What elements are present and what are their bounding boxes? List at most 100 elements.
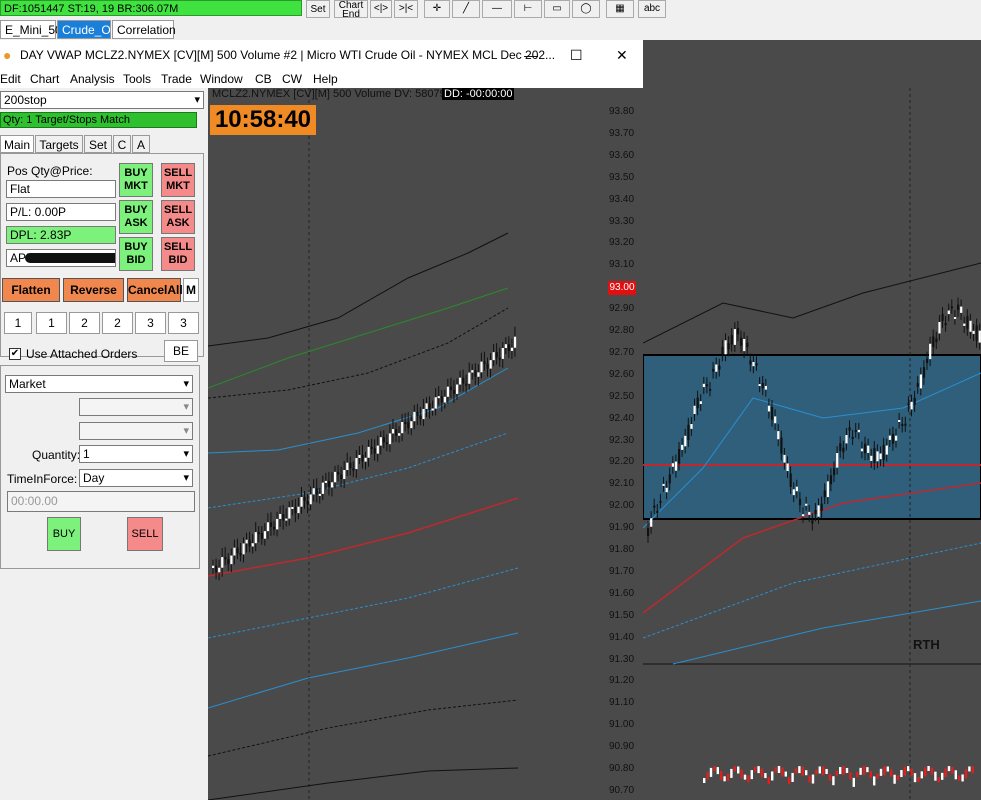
close-icon[interactable]: ✕ — [616, 40, 628, 70]
lower-candle — [709, 767, 713, 777]
price-select-1[interactable] — [79, 398, 193, 416]
candle-body — [913, 397, 916, 405]
qty-button-2b[interactable]: 2 — [102, 312, 133, 334]
candle-body — [910, 401, 913, 410]
time-field[interactable]: 00:00.00 — [7, 491, 195, 512]
step-left-icon[interactable]: <|> — [370, 0, 392, 18]
menu-cb[interactable]: CB — [255, 70, 272, 88]
tab-crude-oil[interactable]: Crude_Oil — [57, 20, 116, 39]
set-button[interactable]: Set — [306, 0, 330, 18]
sell-button[interactable]: SELL — [127, 517, 163, 551]
order-type-select[interactable]: Market — [5, 375, 193, 393]
sell-mkt-button[interactable]: SELL MKT — [161, 163, 195, 197]
ray-icon[interactable]: ⊢ — [514, 0, 542, 18]
cancel-all-button[interactable]: CancelAll — [127, 278, 183, 302]
menu-trade[interactable]: Trade — [161, 70, 192, 88]
buy-ask-button[interactable]: BUY ASK — [119, 200, 153, 234]
attached-orders-checkbox[interactable]: ✔ — [9, 348, 21, 360]
maximize-icon[interactable]: ☐ — [570, 40, 583, 70]
candle-body — [309, 494, 312, 505]
menu-help[interactable]: Help — [313, 70, 338, 88]
axis-tick: 91.00 — [609, 719, 635, 731]
lower-candle — [913, 773, 917, 783]
minimize-icon[interactable]: — — [524, 40, 538, 70]
candle-body — [662, 483, 665, 486]
buy-bid-button[interactable]: BUY BID — [119, 237, 153, 271]
candle-body — [215, 565, 218, 573]
candle-body — [653, 505, 656, 508]
qty-button-3b[interactable]: 3 — [168, 312, 199, 334]
candle-body — [650, 518, 653, 527]
price-axis: 93.80 93.70 93.60 93.50 93.40 93.30 93.20 93.10… — [605, 88, 643, 800]
m-button[interactable]: M — [183, 278, 199, 302]
lower-candle — [890, 769, 893, 777]
candle-body — [221, 557, 224, 568]
lower-candle — [774, 767, 777, 773]
sell-bid-button[interactable]: SELL BID — [161, 237, 195, 271]
candle-body — [337, 471, 340, 475]
buy-mkt-button[interactable]: BUY MKT — [119, 163, 153, 197]
candle-body — [696, 397, 699, 409]
lower-candle — [713, 766, 716, 772]
lower-candle — [828, 773, 832, 781]
menu-tools[interactable]: Tools — [123, 70, 151, 88]
sell-ask-button[interactable]: SELL ASK — [161, 200, 195, 234]
quantity-field[interactable]: 1 — [79, 445, 193, 463]
text-tool-button[interactable]: abc — [638, 0, 666, 18]
tif-select[interactable]: Day — [79, 469, 193, 487]
reverse-button[interactable]: Reverse — [63, 278, 124, 302]
qty-button-2a[interactable]: 2 — [69, 312, 100, 334]
lower-candle — [781, 767, 784, 777]
candle-body — [416, 411, 419, 417]
chart-right[interactable]: RTH — [643, 88, 981, 800]
candle-body — [882, 444, 885, 461]
be-button[interactable]: BE — [164, 340, 198, 362]
crosshair-icon[interactable]: ✛ — [424, 0, 450, 18]
rectangle-icon[interactable]: ▭ — [544, 0, 570, 18]
qty-button-1a[interactable]: 1 — [4, 312, 32, 334]
candle-body — [263, 531, 267, 539]
step-right-icon[interactable]: >|< — [394, 0, 418, 18]
hline-icon[interactable]: — — [482, 0, 512, 18]
candle-body — [373, 448, 376, 454]
candle-body — [699, 401, 702, 405]
candle-body — [671, 463, 674, 467]
tab-correlation[interactable]: Correlation — [112, 20, 176, 39]
tab-main[interactable]: Main — [0, 135, 34, 153]
menu-window[interactable]: Window — [200, 70, 243, 88]
tab-targets[interactable]: Targets — [35, 135, 83, 153]
menu-cw[interactable]: CW — [282, 70, 302, 88]
candle-body — [269, 522, 273, 527]
lower-candle — [852, 777, 855, 787]
buy-button[interactable]: BUY — [47, 517, 81, 551]
tab-emini[interactable]: E_Mini_500 — [0, 20, 68, 39]
qty-button-1b[interactable]: 1 — [36, 312, 67, 334]
strategy-select[interactable]: 200stop — [0, 91, 204, 109]
price-select-2[interactable] — [79, 422, 193, 440]
axis-tick: 93.40 — [609, 193, 635, 205]
chart-left[interactable]: MCLZ2.NYMEX [CV][M] 500 Volume DV: 58079… — [208, 88, 643, 800]
flatten-button[interactable]: Flatten — [2, 278, 60, 302]
order-entry-group — [0, 365, 200, 569]
tab-c[interactable]: C — [113, 135, 131, 153]
candle-body — [404, 421, 407, 424]
lower-candle — [706, 772, 709, 780]
candle-body — [242, 543, 245, 555]
lower-candle — [971, 766, 974, 774]
menu-analysis[interactable]: Analysis — [70, 70, 115, 88]
calculator-icon[interactable]: ▦ — [606, 0, 634, 18]
candle-body — [805, 503, 808, 506]
candle-body — [901, 424, 904, 427]
menu-edit[interactable]: Edit — [0, 70, 21, 88]
chart-end-button[interactable]: Chart End — [334, 0, 368, 20]
ellipse-icon[interactable]: ◯ — [572, 0, 600, 18]
menu-chart[interactable]: Chart — [30, 70, 59, 88]
tab-a[interactable]: A — [132, 135, 150, 153]
candle-body — [382, 437, 385, 443]
trendline-icon[interactable]: ╱ — [452, 0, 480, 18]
tab-set[interactable]: Set — [84, 135, 112, 153]
qty-button-3a[interactable]: 3 — [135, 312, 166, 334]
lower-candle — [811, 774, 815, 784]
candle-body — [730, 335, 733, 345]
candle-body — [907, 403, 910, 406]
